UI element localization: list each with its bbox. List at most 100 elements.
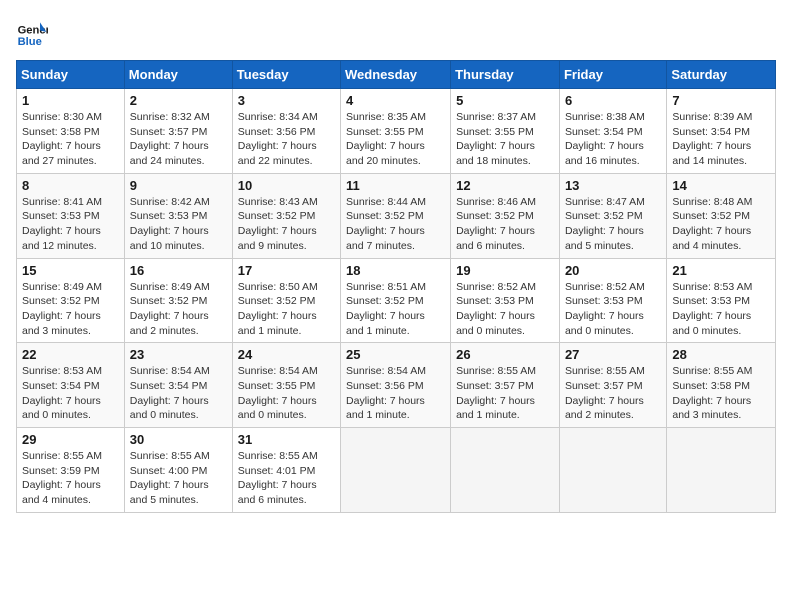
day-info: Sunrise: 8:55 AMSunset: 3:57 PMDaylight:… bbox=[565, 364, 661, 423]
day-number: 3 bbox=[238, 93, 335, 108]
calendar-cell: 6Sunrise: 8:38 AMSunset: 3:54 PMDaylight… bbox=[559, 89, 666, 174]
calendar-cell: 14 Sunrise: 8:48 AMSunset: 3:52 PMDayligh… bbox=[667, 173, 776, 258]
calendar-cell: 29 Sunrise: 8:55 AMSunset: 3:59 PMDayligh… bbox=[17, 428, 125, 513]
calendar-cell: 28 Sunrise: 8:55 AMSunset: 3:58 PMDayligh… bbox=[667, 343, 776, 428]
day-number: 23 bbox=[130, 347, 227, 362]
calendar-cell: 18Sunrise: 8:51 AMSunset: 3:52 PMDayligh… bbox=[341, 258, 451, 343]
day-number: 29 bbox=[22, 432, 119, 447]
day-info: Sunrise: 8:55 AMSunset: 3:59 PMDaylight:… bbox=[22, 449, 119, 508]
day-number: 13 bbox=[565, 178, 661, 193]
calendar-cell: 7 Sunrise: 8:39 AMSunset: 3:54 PMDaylight… bbox=[667, 89, 776, 174]
day-info: Sunrise: 8:35 AMSunset: 3:55 PMDaylight:… bbox=[346, 110, 445, 169]
day-number: 24 bbox=[238, 347, 335, 362]
day-number: 11 bbox=[346, 178, 445, 193]
svg-text:Blue: Blue bbox=[18, 36, 42, 48]
day-number: 17 bbox=[238, 263, 335, 278]
day-number: 7 bbox=[672, 93, 770, 108]
week-row-2: 8 Sunrise: 8:41 AMSunset: 3:53 PMDaylight… bbox=[17, 173, 776, 258]
calendar-table: SundayMondayTuesdayWednesdayThursdayFrid… bbox=[16, 60, 776, 513]
week-row-1: 1 Sunrise: 8:30 AMSunset: 3:58 PMDaylight… bbox=[17, 89, 776, 174]
calendar-cell: 25 Sunrise: 8:54 AMSunset: 3:56 PMDayligh… bbox=[341, 343, 451, 428]
day-number: 9 bbox=[130, 178, 227, 193]
day-number: 1 bbox=[22, 93, 119, 108]
day-info: Sunrise: 8:49 AMSunset: 3:52 PMDaylight:… bbox=[130, 280, 227, 339]
day-number: 16 bbox=[130, 263, 227, 278]
calendar-cell: 5Sunrise: 8:37 AMSunset: 3:55 PMDaylight… bbox=[451, 89, 560, 174]
day-number: 26 bbox=[456, 347, 554, 362]
weekday-header-saturday: Saturday bbox=[667, 61, 776, 89]
day-number: 28 bbox=[672, 347, 770, 362]
day-info: Sunrise: 8:30 AMSunset: 3:58 PMDaylight:… bbox=[22, 110, 119, 169]
calendar-cell: 4 Sunrise: 8:35 AMSunset: 3:55 PMDaylight… bbox=[341, 89, 451, 174]
day-info: Sunrise: 8:47 AMSunset: 3:52 PMDaylight:… bbox=[565, 195, 661, 254]
day-number: 8 bbox=[22, 178, 119, 193]
day-info: Sunrise: 8:42 AMSunset: 3:53 PMDaylight:… bbox=[130, 195, 227, 254]
calendar-cell: 10 Sunrise: 8:43 AMSunset: 3:52 PMDayligh… bbox=[232, 173, 340, 258]
day-number: 30 bbox=[130, 432, 227, 447]
day-info: Sunrise: 8:49 AMSunset: 3:52 PMDaylight:… bbox=[22, 280, 119, 339]
weekday-header-monday: Monday bbox=[124, 61, 232, 89]
day-info: Sunrise: 8:55 AMSunset: 4:00 PMDaylight:… bbox=[130, 449, 227, 508]
day-number: 10 bbox=[238, 178, 335, 193]
calendar-cell bbox=[451, 428, 560, 513]
day-info: Sunrise: 8:43 AMSunset: 3:52 PMDaylight:… bbox=[238, 195, 335, 254]
calendar-cell bbox=[559, 428, 666, 513]
day-number: 19 bbox=[456, 263, 554, 278]
calendar-cell: 9 Sunrise: 8:42 AMSunset: 3:53 PMDaylight… bbox=[124, 173, 232, 258]
day-number: 15 bbox=[22, 263, 119, 278]
calendar-cell: 31 Sunrise: 8:55 AMSunset: 4:01 PMDayligh… bbox=[232, 428, 340, 513]
calendar-cell bbox=[667, 428, 776, 513]
logo: General Blue bbox=[16, 16, 52, 48]
calendar-cell: 13 Sunrise: 8:47 AMSunset: 3:52 PMDayligh… bbox=[559, 173, 666, 258]
day-info: Sunrise: 8:51 AMSunset: 3:52 PMDaylight:… bbox=[346, 280, 445, 339]
day-info: Sunrise: 8:48 AMSunset: 3:52 PMDaylight:… bbox=[672, 195, 770, 254]
weekday-header-wednesday: Wednesday bbox=[341, 61, 451, 89]
week-row-4: 22Sunrise: 8:53 AMSunset: 3:54 PMDayligh… bbox=[17, 343, 776, 428]
day-number: 20 bbox=[565, 263, 661, 278]
calendar-cell: 1 Sunrise: 8:30 AMSunset: 3:58 PMDaylight… bbox=[17, 89, 125, 174]
day-info: Sunrise: 8:55 AMSunset: 3:58 PMDaylight:… bbox=[672, 364, 770, 423]
day-number: 21 bbox=[672, 263, 770, 278]
weekday-header-friday: Friday bbox=[559, 61, 666, 89]
week-row-3: 15 Sunrise: 8:49 AMSunset: 3:52 PMDayligh… bbox=[17, 258, 776, 343]
weekday-header-thursday: Thursday bbox=[451, 61, 560, 89]
day-info: Sunrise: 8:55 AMSunset: 4:01 PMDaylight:… bbox=[238, 449, 335, 508]
day-info: Sunrise: 8:32 AMSunset: 3:57 PMDaylight:… bbox=[130, 110, 227, 169]
calendar-cell: 30 Sunrise: 8:55 AMSunset: 4:00 PMDayligh… bbox=[124, 428, 232, 513]
day-info: Sunrise: 8:54 AMSunset: 3:56 PMDaylight:… bbox=[346, 364, 445, 423]
calendar-cell: 20 Sunrise: 8:52 AMSunset: 3:53 PMDayligh… bbox=[559, 258, 666, 343]
day-number: 14 bbox=[672, 178, 770, 193]
calendar-cell: 24 Sunrise: 8:54 AMSunset: 3:55 PMDayligh… bbox=[232, 343, 340, 428]
day-info: Sunrise: 8:55 AMSunset: 3:57 PMDaylight:… bbox=[456, 364, 554, 423]
calendar-cell: 12Sunrise: 8:46 AMSunset: 3:52 PMDayligh… bbox=[451, 173, 560, 258]
day-info: Sunrise: 8:38 AMSunset: 3:54 PMDaylight:… bbox=[565, 110, 661, 169]
calendar-cell: 15 Sunrise: 8:49 AMSunset: 3:52 PMDayligh… bbox=[17, 258, 125, 343]
calendar-cell: 2Sunrise: 8:32 AMSunset: 3:57 PMDaylight… bbox=[124, 89, 232, 174]
day-info: Sunrise: 8:52 AMSunset: 3:53 PMDaylight:… bbox=[456, 280, 554, 339]
day-info: Sunrise: 8:54 AMSunset: 3:55 PMDaylight:… bbox=[238, 364, 335, 423]
calendar-cell: 17 Sunrise: 8:50 AMSunset: 3:52 PMDayligh… bbox=[232, 258, 340, 343]
day-info: Sunrise: 8:41 AMSunset: 3:53 PMDaylight:… bbox=[22, 195, 119, 254]
day-number: 25 bbox=[346, 347, 445, 362]
day-number: 31 bbox=[238, 432, 335, 447]
calendar-cell: 16 Sunrise: 8:49 AMSunset: 3:52 PMDayligh… bbox=[124, 258, 232, 343]
day-info: Sunrise: 8:52 AMSunset: 3:53 PMDaylight:… bbox=[565, 280, 661, 339]
weekday-header-sunday: Sunday bbox=[17, 61, 125, 89]
day-info: Sunrise: 8:39 AMSunset: 3:54 PMDaylight:… bbox=[672, 110, 770, 169]
day-info: Sunrise: 8:50 AMSunset: 3:52 PMDaylight:… bbox=[238, 280, 335, 339]
logo-icon: General Blue bbox=[16, 16, 48, 48]
day-info: Sunrise: 8:46 AMSunset: 3:52 PMDaylight:… bbox=[456, 195, 554, 254]
day-number: 22 bbox=[22, 347, 119, 362]
day-info: Sunrise: 8:53 AMSunset: 3:53 PMDaylight:… bbox=[672, 280, 770, 339]
day-info: Sunrise: 8:54 AMSunset: 3:54 PMDaylight:… bbox=[130, 364, 227, 423]
calendar-cell: 11Sunrise: 8:44 AMSunset: 3:52 PMDayligh… bbox=[341, 173, 451, 258]
calendar-cell: 3Sunrise: 8:34 AMSunset: 3:56 PMDaylight… bbox=[232, 89, 340, 174]
calendar-cell: 23 Sunrise: 8:54 AMSunset: 3:54 PMDayligh… bbox=[124, 343, 232, 428]
calendar-cell: 21 Sunrise: 8:53 AMSunset: 3:53 PMDayligh… bbox=[667, 258, 776, 343]
calendar-cell: 8 Sunrise: 8:41 AMSunset: 3:53 PMDaylight… bbox=[17, 173, 125, 258]
page-header: General Blue bbox=[16, 16, 776, 48]
day-number: 5 bbox=[456, 93, 554, 108]
calendar-cell: 26 Sunrise: 8:55 AMSunset: 3:57 PMDayligh… bbox=[451, 343, 560, 428]
day-number: 4 bbox=[346, 93, 445, 108]
calendar-cell bbox=[341, 428, 451, 513]
